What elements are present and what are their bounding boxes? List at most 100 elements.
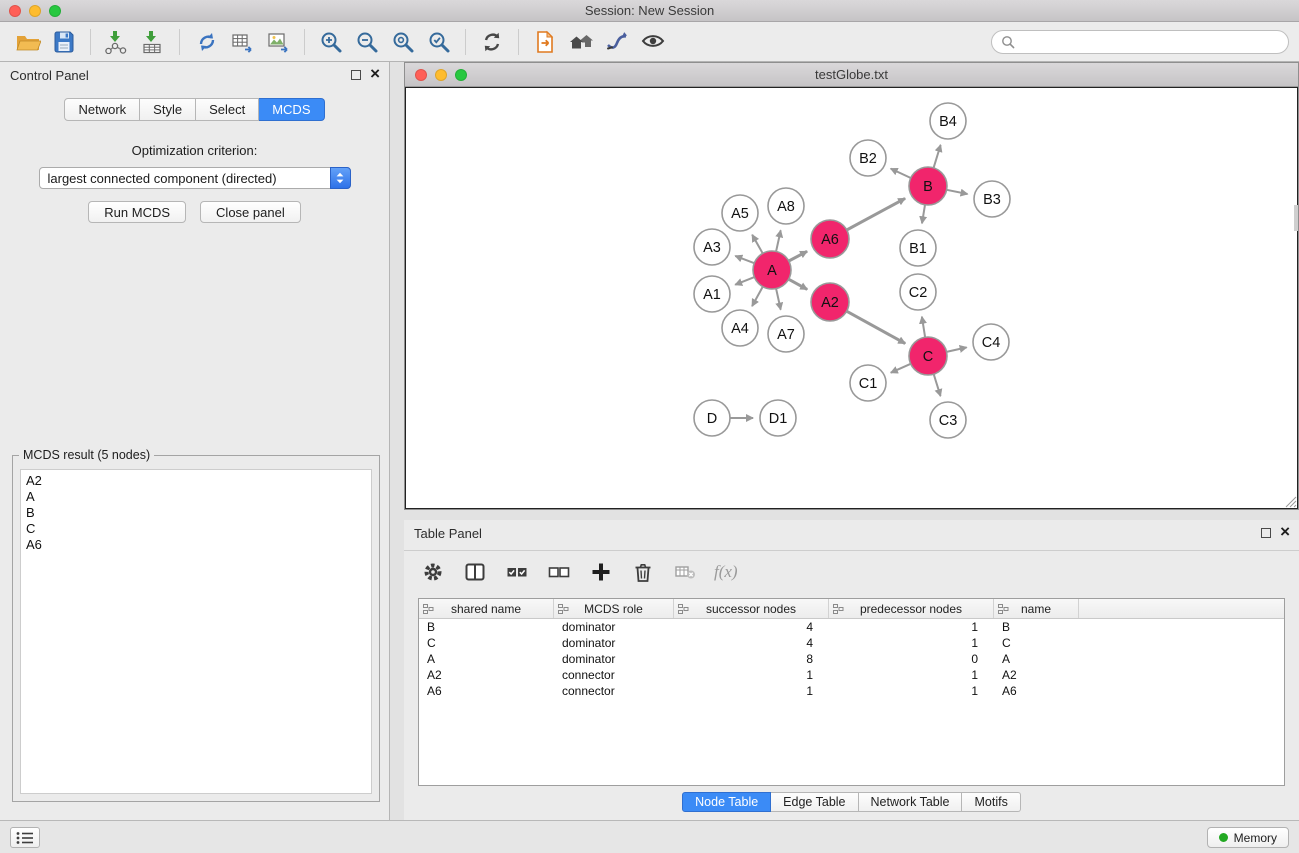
cell-predecessor-nodes[interactable]: 1 xyxy=(829,667,994,683)
delete-table-button[interactable] xyxy=(672,559,698,585)
column-header-name[interactable]: name xyxy=(994,599,1079,618)
delete-rows-button[interactable] xyxy=(630,559,656,585)
cell-successor-nodes[interactable]: 8 xyxy=(674,651,829,667)
edge-C-C2[interactable] xyxy=(922,317,925,338)
node-B4[interactable]: B4 xyxy=(930,103,966,139)
edge-A-A3[interactable] xyxy=(735,256,754,263)
memory-button[interactable]: Memory xyxy=(1207,827,1289,848)
save-session-button[interactable] xyxy=(46,26,82,58)
cell-shared-name[interactable]: B xyxy=(419,619,554,635)
edge-A-A8[interactable] xyxy=(776,230,781,251)
refresh-layout-button[interactable] xyxy=(474,26,510,58)
node-C3[interactable]: C3 xyxy=(930,402,966,438)
node-A6[interactable]: A6 xyxy=(811,220,849,258)
node-B3[interactable]: B3 xyxy=(974,181,1010,217)
edge-A2-C[interactable] xyxy=(847,311,906,343)
select-all-button[interactable] xyxy=(504,559,530,585)
export-image-button[interactable] xyxy=(260,26,296,58)
column-header-mcds-role[interactable]: MCDS role xyxy=(554,599,674,618)
edge-A-A5[interactable] xyxy=(752,235,763,254)
node-D1[interactable]: D1 xyxy=(760,400,796,436)
result-item-a2[interactable]: A2 xyxy=(26,473,366,489)
node-C[interactable]: C xyxy=(909,337,947,375)
cell-mcds-role[interactable]: dominator xyxy=(554,651,674,667)
node-A[interactable]: A xyxy=(753,251,791,289)
column-header-successor-nodes[interactable]: successor nodes xyxy=(674,599,829,618)
cell-name[interactable]: A6 xyxy=(994,683,1079,699)
edge-B-B1[interactable] xyxy=(922,205,925,224)
table-row-a2[interactable]: A2connector11A2 xyxy=(419,667,1284,683)
cell-successor-nodes[interactable]: 1 xyxy=(674,683,829,699)
cell-shared-name[interactable]: C xyxy=(419,635,554,651)
result-item-a[interactable]: A xyxy=(26,489,366,505)
cell-predecessor-nodes[interactable]: 1 xyxy=(829,635,994,651)
home-view-button[interactable] xyxy=(563,26,599,58)
cell-predecessor-nodes[interactable]: 1 xyxy=(829,683,994,699)
run-mcds-button[interactable]: Run MCDS xyxy=(88,201,186,223)
show-hide-button[interactable] xyxy=(635,26,671,58)
tab-node-table[interactable]: Node Table xyxy=(682,792,771,812)
tab-edge-table[interactable]: Edge Table xyxy=(771,792,858,812)
float-table-panel-icon[interactable] xyxy=(1261,528,1271,538)
node-A1[interactable]: A1 xyxy=(694,276,730,312)
close-panel-button[interactable]: Close panel xyxy=(200,201,301,223)
edge-B-B2[interactable] xyxy=(891,169,911,178)
unselect-all-button[interactable] xyxy=(546,559,572,585)
cell-successor-nodes[interactable]: 4 xyxy=(674,635,829,651)
cell-mcds-role[interactable]: connector xyxy=(554,667,674,683)
add-row-button[interactable] xyxy=(588,559,614,585)
table-row-a[interactable]: Adominator80A xyxy=(419,651,1284,667)
new-network-button[interactable] xyxy=(188,26,224,58)
apply-style-button[interactable] xyxy=(599,26,635,58)
zoom-in-button[interactable] xyxy=(313,26,349,58)
criterion-dropdown[interactable]: largest connected component (directed) xyxy=(39,167,351,189)
cell-mcds-role[interactable]: dominator xyxy=(554,635,674,651)
new-table-button[interactable] xyxy=(224,26,260,58)
edge-C-C1[interactable] xyxy=(891,364,911,373)
task-history-button[interactable] xyxy=(10,827,40,848)
cell-predecessor-nodes[interactable]: 1 xyxy=(829,619,994,635)
edge-A-A1[interactable] xyxy=(735,277,754,285)
node-A7[interactable]: A7 xyxy=(768,316,804,352)
tab-style[interactable]: Style xyxy=(140,98,196,121)
edge-B-B4[interactable] xyxy=(934,145,941,168)
node-C1[interactable]: C1 xyxy=(850,365,886,401)
column-header-shared-name[interactable]: shared name xyxy=(419,599,554,618)
table-row-a6[interactable]: A6connector11A6 xyxy=(419,683,1284,699)
node-A4[interactable]: A4 xyxy=(722,310,758,346)
import-table-button[interactable] xyxy=(135,26,171,58)
edge-A-A7[interactable] xyxy=(776,289,781,310)
tab-select[interactable]: Select xyxy=(196,98,259,121)
table-settings-button[interactable] xyxy=(420,559,446,585)
edge-A-A4[interactable] xyxy=(752,287,763,307)
search-box[interactable] xyxy=(991,30,1289,54)
resize-grip-icon[interactable] xyxy=(1285,496,1297,508)
edge-A-A6[interactable] xyxy=(789,251,807,261)
search-input[interactable] xyxy=(1021,33,1279,50)
cell-mcds-role[interactable]: connector xyxy=(554,683,674,699)
node-A2[interactable]: A2 xyxy=(811,283,849,321)
cell-name[interactable]: A2 xyxy=(994,667,1079,683)
tab-mcds[interactable]: MCDS xyxy=(259,98,324,121)
cell-shared-name[interactable]: A6 xyxy=(419,683,554,699)
result-item-a6[interactable]: A6 xyxy=(26,537,366,553)
cell-name[interactable]: C xyxy=(994,635,1079,651)
node-C4[interactable]: C4 xyxy=(973,324,1009,360)
node-B[interactable]: B xyxy=(909,167,947,205)
edge-C-C3[interactable] xyxy=(934,374,941,396)
import-network-button[interactable] xyxy=(99,26,135,58)
open-file-button[interactable] xyxy=(527,26,563,58)
edge-B-B3[interactable] xyxy=(947,190,968,194)
column-header-predecessor-nodes[interactable]: predecessor nodes xyxy=(829,599,994,618)
zoom-out-button[interactable] xyxy=(349,26,385,58)
float-panel-icon[interactable] xyxy=(351,70,361,80)
close-panel-icon[interactable]: × xyxy=(370,64,380,84)
edge-A-A2[interactable] xyxy=(789,279,808,289)
result-item-c[interactable]: C xyxy=(26,521,366,537)
result-item-b[interactable]: B xyxy=(26,505,366,521)
network-canvas[interactable]: B4B2BB3A5A8A6B1A3AC2A1A2A4A7C4CC1C3DD1 xyxy=(405,87,1298,509)
table-row-b[interactable]: Bdominator41B xyxy=(419,619,1284,635)
tab-motifs[interactable]: Motifs xyxy=(962,792,1020,812)
edge-A6-B[interactable] xyxy=(847,198,905,230)
node-A8[interactable]: A8 xyxy=(768,188,804,224)
